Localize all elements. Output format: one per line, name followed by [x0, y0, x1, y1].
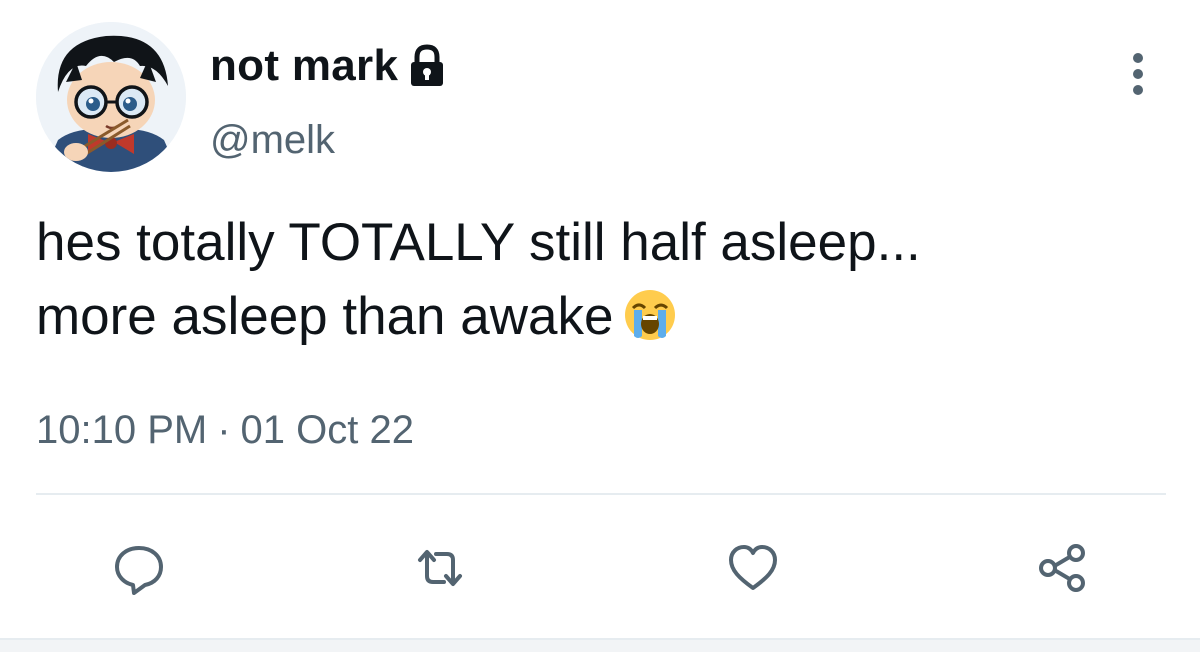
share-button[interactable]	[1030, 536, 1094, 600]
tweet-text-line-2-text: more asleep than awake	[36, 287, 614, 346]
timestamp-separator: ·	[217, 408, 231, 452]
divider	[36, 493, 1166, 495]
tweet-text: hes totally TOTALLY still half asleep...…	[36, 206, 1166, 354]
lock-icon	[406, 44, 448, 88]
tweet-text-line-2: more asleep than awake	[36, 280, 1166, 354]
retweet-icon	[418, 550, 462, 586]
share-icon	[1039, 544, 1085, 592]
heart-icon	[729, 545, 777, 590]
avatar[interactable]	[36, 22, 186, 172]
more-options-icon	[1133, 53, 1143, 95]
loudly-crying-face-icon	[623, 288, 677, 342]
reply-icon	[115, 546, 163, 595]
like-button[interactable]	[721, 536, 785, 600]
more-options-button[interactable]	[1112, 44, 1164, 104]
tweet-text-line-1: hes totally TOTALLY still half asleep...	[36, 213, 921, 272]
anime-boy-avatar-icon	[36, 22, 186, 172]
bottom-divider	[0, 638, 1200, 652]
retweet-button[interactable]	[408, 536, 472, 600]
username-handle[interactable]: @melk	[210, 118, 335, 163]
tweet-date: 01 Oct 22	[240, 408, 414, 452]
tweet-time: 10:10 PM	[36, 408, 208, 452]
tweet: not mark @melk hes totally TOTALLY still…	[0, 0, 1200, 652]
reply-button[interactable]	[107, 536, 171, 600]
display-name[interactable]: not mark	[210, 41, 398, 91]
tweet-timestamp[interactable]: 10:10 PM · 01 Oct 22	[36, 408, 414, 453]
author-name-row: not mark	[210, 40, 448, 92]
